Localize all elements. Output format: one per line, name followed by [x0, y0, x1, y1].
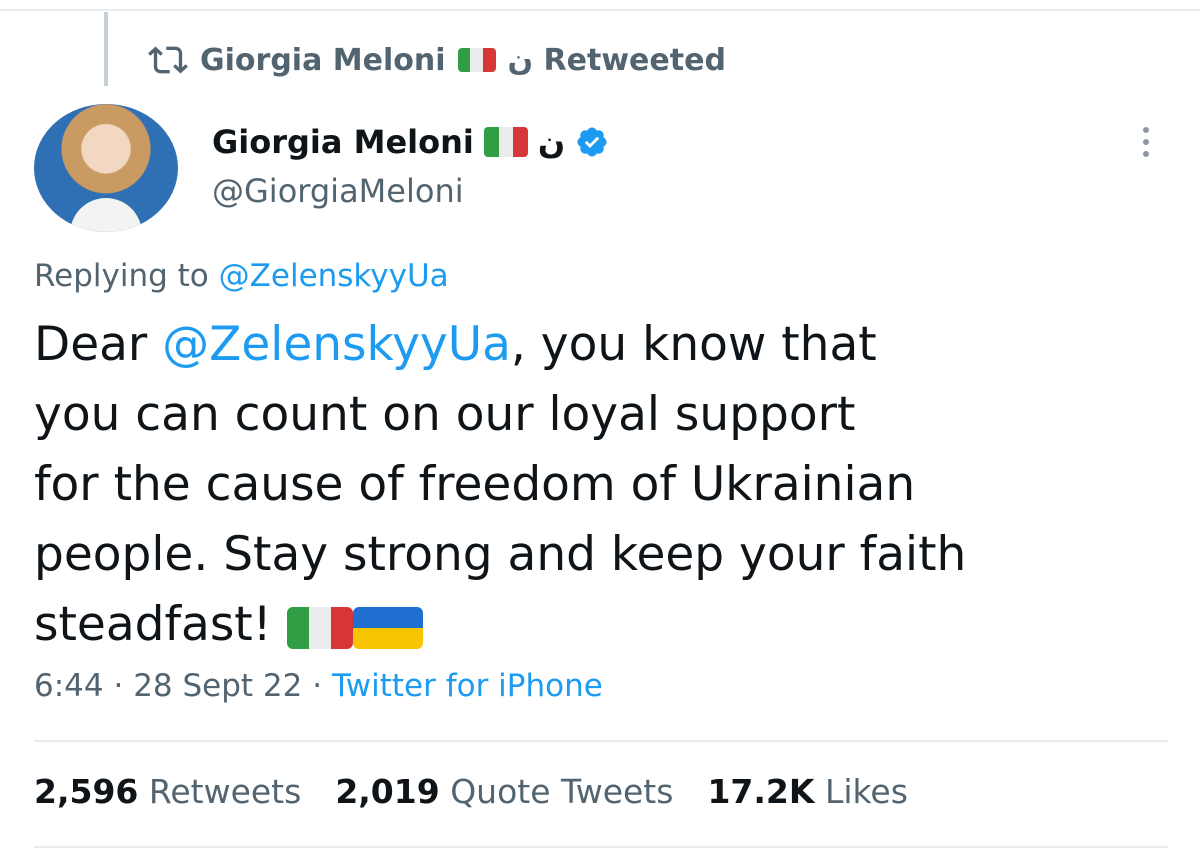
- tweet-client[interactable]: Twitter for iPhone: [332, 668, 603, 704]
- reply-to-link[interactable]: @ZelenskyyUa: [219, 258, 449, 294]
- divider: [34, 740, 1168, 742]
- reply-prefix: Replying to: [34, 258, 209, 294]
- tweet-line: steadfast!: [34, 590, 1154, 660]
- retweet-suffix: ن Retweeted: [507, 42, 726, 78]
- author-name[interactable]: Giorgia Meloni: [212, 123, 474, 161]
- more-icon[interactable]: [1136, 124, 1156, 164]
- likes-stat[interactable]: 17.2K Likes: [707, 772, 907, 811]
- tweet-date[interactable]: 28 Sept 22: [133, 668, 302, 704]
- italy-flag-icon: [483, 127, 528, 157]
- tweet-line: people. Stay strong and keep your faith: [34, 527, 967, 582]
- likes-count: 17.2K: [707, 772, 815, 811]
- mention-link[interactable]: @ZelenskyyUa: [162, 317, 511, 372]
- italy-flag-icon: [457, 48, 496, 72]
- tweet-time[interactable]: 6:44: [34, 668, 104, 704]
- retweeter-name[interactable]: Giorgia Meloni: [200, 43, 446, 78]
- tweet-line: Dear @ZelenskyyUa, you know that: [34, 310, 1154, 380]
- author-name-row[interactable]: Giorgia Meloni ن: [212, 118, 609, 166]
- meta-separator: ·: [103, 668, 134, 704]
- tweet-stats: 2,596 Retweets 2,019 Quote Tweets 17.2K …: [34, 772, 908, 811]
- italy-flag-icon: [286, 606, 353, 649]
- reply-context: Replying to @ZelenskyyUa: [34, 258, 449, 294]
- retweets-stat[interactable]: 2,596 Retweets: [34, 772, 301, 811]
- retweets-label: Retweets: [148, 772, 302, 811]
- avatar[interactable]: [34, 104, 178, 232]
- author-name-suffix: ن: [537, 123, 566, 161]
- quotes-label: Quote Tweets: [450, 772, 674, 811]
- tweet-text-segment: steadfast!: [34, 597, 287, 652]
- thread-connector: [104, 12, 108, 86]
- ukraine-flag-icon: [352, 606, 423, 649]
- top-divider: [0, 0, 1200, 11]
- verified-icon: [577, 127, 607, 157]
- tweet-meta: 6:44 · 28 Sept 22 · Twitter for iPhone: [34, 668, 603, 704]
- quotes-stat[interactable]: 2,019 Quote Tweets: [335, 772, 673, 811]
- tweet-text-segment: , you know that: [510, 317, 877, 372]
- tweet-text: Dear @ZelenskyyUa, you know that you can…: [34, 310, 1154, 660]
- tweet-line: for the cause of freedom of Ukrainian: [34, 457, 916, 512]
- divider: [34, 846, 1168, 848]
- tweet-line: you can count on our loyal support: [34, 387, 856, 442]
- quotes-count: 2,019: [335, 772, 440, 811]
- author-handle[interactable]: @GiorgiaMeloni: [212, 172, 464, 210]
- meta-separator: ·: [302, 668, 332, 704]
- retweet-context[interactable]: Giorgia Meloni ن Retweeted: [148, 38, 726, 82]
- tweet-text-segment: Dear: [34, 317, 163, 372]
- retweet-icon: [148, 46, 188, 74]
- likes-label: Likes: [824, 772, 908, 811]
- retweets-count: 2,596: [34, 772, 139, 811]
